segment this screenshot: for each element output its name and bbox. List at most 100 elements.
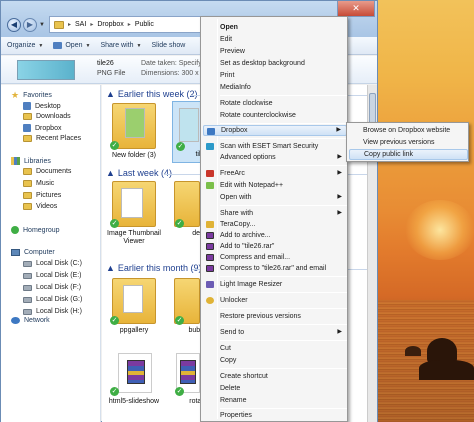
sync-check-icon: ✓	[110, 316, 119, 325]
menu-item-rotate-counterclockwise[interactable]: Rotate counterclockwise	[203, 110, 347, 121]
nav-item-recent-places[interactable]: Recent Places	[23, 135, 81, 142]
menu-item-label: Edit with Notepad++	[220, 182, 284, 189]
nav-item-label: Videos	[36, 203, 58, 210]
menu-item-label: Compress and email...	[220, 254, 291, 261]
nav-libraries[interactable]: Libraries	[11, 157, 51, 165]
desktop-icon	[23, 102, 31, 110]
menu-item-teracopy[interactable]: TeraCopy...	[203, 219, 347, 230]
file-tile-image-thumbnail-viewer[interactable]: ✓ Image Thumbnail Viewer	[104, 181, 164, 257]
submenu-item-browse-dropbox[interactable]: Browse on Dropbox website	[349, 125, 468, 136]
computer-icon	[11, 249, 20, 256]
nav-homegroup[interactable]: Homegroup	[11, 226, 60, 234]
nav-computer[interactable]: Computer	[11, 249, 55, 256]
breadcrumb-dropbox[interactable]: Dropbox	[97, 21, 123, 28]
menu-item-share-with[interactable]: Share with ▶	[203, 208, 347, 219]
breadcrumb-sai[interactable]: SAI	[75, 21, 86, 28]
file-tile-html5-slideshow[interactable]: ✓ html5-slideshow	[104, 349, 164, 409]
menu-item-add-to-rar[interactable]: Add to "tile26.rar"	[203, 241, 347, 252]
nav-item-pictures[interactable]: Pictures	[23, 192, 61, 199]
nav-item-drive-f[interactable]: Local Disk (F:)	[23, 284, 81, 291]
menu-item-freearc[interactable]: FreeArc ▶	[203, 168, 347, 179]
file-tile-new-folder[interactable]: ✓ New folder (3)	[104, 103, 164, 163]
nav-item-drive-h[interactable]: Local Disk (H:)	[23, 308, 82, 315]
menu-item-add-to-archive[interactable]: Add to archive...	[203, 230, 347, 241]
submenu-item-copy-public-link[interactable]: Copy public link	[349, 149, 468, 160]
menu-item-unlocker[interactable]: Unlocker	[203, 295, 347, 306]
nav-item-label: Documents	[36, 168, 72, 175]
menu-item-advanced-options[interactable]: Advanced options ▶	[203, 152, 347, 163]
menu-item-mediainfo[interactable]: MediaInfo	[203, 82, 347, 93]
file-tile-rotating[interactable]: ✓ rotatin	[172, 349, 209, 409]
menu-item-send-to[interactable]: Send to ▶	[203, 327, 347, 338]
pictures-icon	[23, 192, 32, 199]
menu-item-label: Add to archive...	[220, 232, 271, 239]
menu-item-create-shortcut[interactable]: Create shortcut	[203, 371, 347, 382]
organize-button[interactable]: Organize ▼	[7, 42, 43, 49]
nav-favorites[interactable]: ★ Favorites	[11, 91, 52, 100]
back-button[interactable]: ◀	[7, 18, 21, 32]
close-window-button[interactable]: ✕	[337, 1, 375, 17]
menu-separator	[220, 340, 347, 341]
folder-icon	[112, 278, 156, 324]
nav-item-music[interactable]: Music	[23, 180, 54, 187]
menu-item-dropbox[interactable]: Dropbox ▶	[203, 125, 347, 136]
menu-item-light-image-resizer[interactable]: Light Image Resizer	[203, 279, 347, 290]
nav-item-documents[interactable]: Documents	[23, 168, 71, 175]
menu-item-print[interactable]: Print	[203, 70, 347, 81]
menu-separator	[220, 368, 347, 369]
nav-item-drive-g[interactable]: Local Disk (G:)	[23, 296, 82, 303]
menu-item-compress-rar-email[interactable]: Compress to "tile26.rar" and email	[203, 263, 347, 274]
nav-item-label: Local Disk (H:)	[36, 308, 82, 315]
menu-item-copy[interactable]: Copy	[203, 355, 347, 366]
wallpaper-island-small	[405, 346, 421, 356]
sync-check-icon: ✓	[176, 142, 185, 151]
nav-item-videos[interactable]: Videos	[23, 203, 57, 210]
menu-item-rename[interactable]: Rename	[203, 395, 347, 406]
nav-item-desktop[interactable]: Desktop	[23, 102, 61, 110]
hard-disk-icon	[23, 308, 32, 315]
slideshow-button[interactable]: Slide show	[151, 42, 185, 49]
group-header-earlier-month[interactable]: ▲ Earlier this month (9)	[106, 263, 201, 273]
menu-separator	[220, 95, 347, 96]
nav-item-label: Local Disk (C:)	[36, 260, 82, 267]
menu-item-compress-email[interactable]: Compress and email...	[203, 252, 347, 263]
menu-item-label: Advanced options	[220, 154, 276, 161]
menu-item-set-background[interactable]: Set as desktop background	[203, 58, 347, 69]
menu-item-notepad-plus-plus[interactable]: Edit with Notepad++	[203, 180, 347, 191]
desktop-wallpaper	[375, 0, 474, 422]
submenu-arrow-icon: ▶	[337, 194, 342, 200]
group-header-earlier-week[interactable]: ▲ Earlier this week (2)	[106, 89, 197, 99]
nav-item-dropbox[interactable]: Dropbox	[23, 124, 61, 132]
winrar-icon	[206, 265, 214, 272]
group-header-last-week[interactable]: ▲ Last week (4)	[106, 168, 172, 178]
menu-item-restore-previous-versions[interactable]: Restore previous versions	[203, 311, 347, 322]
menu-item-delete[interactable]: Delete	[203, 383, 347, 394]
menu-separator	[220, 123, 347, 124]
menu-item-eset-scan[interactable]: Scan with ESET Smart Security	[203, 141, 347, 152]
submenu-item-view-previous-versions[interactable]: View previous versions	[349, 137, 468, 148]
file-tile-bubble[interactable]: ✓ bubble	[172, 278, 210, 344]
menu-item-cut[interactable]: Cut	[203, 343, 347, 354]
forward-button[interactable]: ▶	[23, 18, 37, 32]
menu-separator	[220, 324, 347, 325]
collapse-icon: ▲	[106, 263, 115, 273]
menu-item-rotate-clockwise[interactable]: Rotate clockwise	[203, 98, 347, 109]
file-tile-demo[interactable]: ✓ dem	[172, 181, 206, 257]
menu-item-edit[interactable]: Edit	[203, 34, 347, 45]
file-tile-tile26[interactable]: ✓ til	[172, 101, 202, 163]
nav-item-drive-e[interactable]: Local Disk (E:)	[23, 272, 82, 279]
nav-network[interactable]: Network	[11, 317, 50, 324]
open-button[interactable]: Open ▼	[53, 42, 90, 49]
menu-item-preview[interactable]: Preview	[203, 46, 347, 57]
file-tile-ppgallery[interactable]: ✓ ppgallery	[104, 278, 164, 344]
menu-item-open-with[interactable]: Open with ▶	[203, 192, 347, 203]
breadcrumb-public[interactable]: Public	[135, 21, 154, 28]
file-name: ppgallery	[119, 327, 149, 334]
menu-item-properties[interactable]: Properties	[203, 410, 347, 421]
share-with-button[interactable]: Share with ▼	[100, 42, 141, 49]
nav-item-drive-c[interactable]: Local Disk (C:)	[23, 260, 82, 267]
recent-pages-chevron-icon[interactable]: ▼	[39, 22, 45, 28]
menu-separator	[220, 408, 347, 409]
menu-item-open[interactable]: Open	[203, 22, 347, 33]
nav-item-downloads[interactable]: Downloads	[23, 113, 71, 120]
